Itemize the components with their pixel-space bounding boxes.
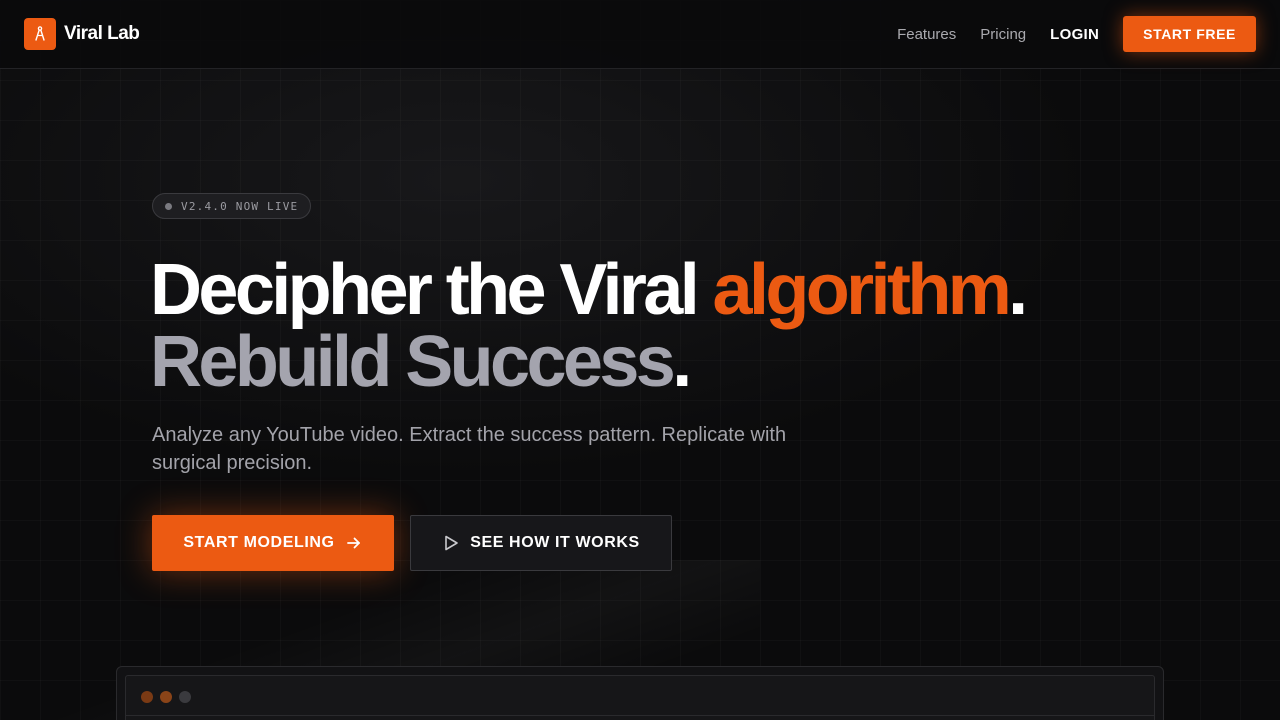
window-title-bar bbox=[126, 676, 1154, 716]
headline-line-1: Decipher the Viral algorithm. bbox=[150, 254, 1028, 326]
nav-links: Features Pricing LOGIN START FREE bbox=[897, 16, 1280, 52]
version-badge-label: V2.4.0 NOW LIVE bbox=[181, 199, 299, 213]
play-icon bbox=[442, 534, 460, 552]
headline-line1-period: . bbox=[1008, 250, 1028, 330]
top-navigation: Viral Lab Features Pricing LOGIN START F… bbox=[0, 0, 1280, 69]
window-dot-minimize bbox=[160, 691, 172, 703]
window-dot-close bbox=[141, 691, 153, 703]
status-dot bbox=[165, 202, 172, 210]
start-free-button[interactable]: START FREE bbox=[1123, 16, 1256, 52]
see-how-it-works-label: SEE HOW IT WORKS bbox=[470, 534, 640, 551]
start-modeling-label: START MODELING bbox=[183, 534, 335, 551]
hero-headline: Decipher the Viral algorithm. Rebuild Su… bbox=[150, 254, 1028, 398]
headline-line1-main: Decipher the Viral bbox=[150, 250, 700, 330]
headline-line2-period: . bbox=[672, 322, 692, 402]
headline-line-2: Rebuild Success. bbox=[150, 326, 1025, 398]
arrow-right-icon bbox=[345, 534, 363, 552]
start-modeling-button[interactable]: START MODELING bbox=[152, 515, 394, 571]
see-how-it-works-button[interactable]: SEE HOW IT WORKS bbox=[410, 515, 672, 571]
login-link[interactable]: LOGIN bbox=[1050, 26, 1099, 43]
nav-link-features[interactable]: Features bbox=[897, 26, 956, 43]
hero-subtitle: Analyze any YouTube video. Extract the s… bbox=[152, 424, 787, 474]
window-dot-maximize bbox=[179, 691, 191, 703]
brand-name: Viral Lab bbox=[64, 23, 140, 44]
compass-icon bbox=[24, 18, 56, 50]
nav-link-pricing[interactable]: Pricing bbox=[980, 26, 1026, 43]
brand-logo-link[interactable]: Viral Lab bbox=[24, 18, 140, 50]
headline-accent-word: algorithm bbox=[712, 250, 1012, 330]
app-preview-window bbox=[116, 666, 1164, 720]
version-badge: V2.4.0 NOW LIVE bbox=[152, 193, 312, 219]
landing-page: Viral Lab Features Pricing LOGIN START F… bbox=[0, 0, 1280, 720]
headline-line2-main: Rebuild Success bbox=[150, 322, 676, 402]
app-preview-frame bbox=[125, 675, 1155, 720]
